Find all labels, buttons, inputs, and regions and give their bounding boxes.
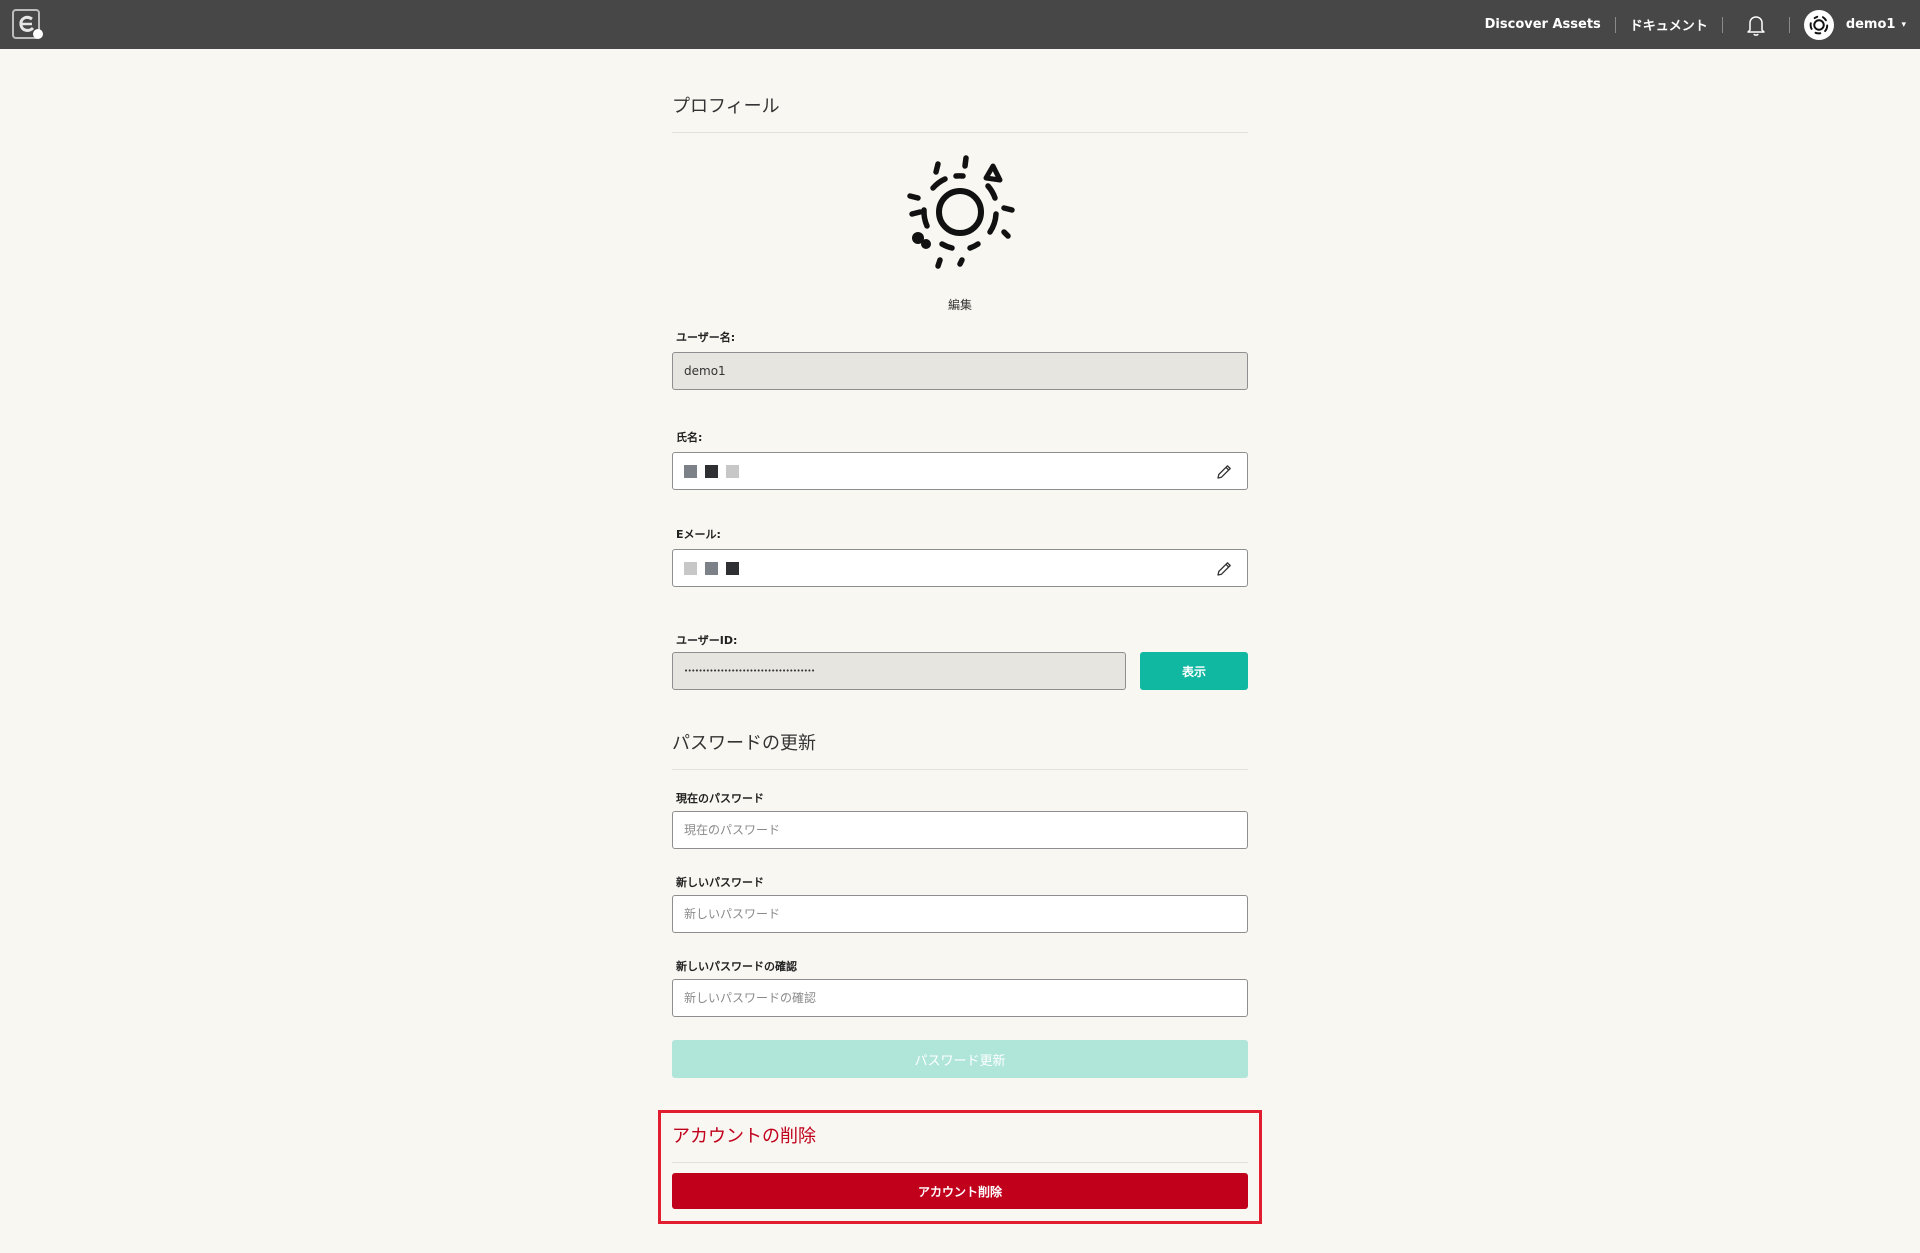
redacted-swatch xyxy=(705,464,718,478)
new-password-field xyxy=(672,895,1248,933)
confirm-password-field xyxy=(672,979,1248,1017)
full-name-label: 氏名: xyxy=(676,431,703,444)
pencil-icon[interactable] xyxy=(1215,463,1233,481)
sun-avatar-icon[interactable] xyxy=(900,152,1020,272)
email-field xyxy=(672,549,1248,587)
sun-avatar-icon xyxy=(1809,15,1829,34)
redacted-swatch xyxy=(684,561,697,575)
redacted-swatch xyxy=(684,464,697,478)
confirm-password-input[interactable] xyxy=(684,980,1247,1016)
header-nav: Discover Assets ドキュメント demo1 ▾ xyxy=(1485,0,1920,49)
new-password-label: 新しいパスワード xyxy=(676,876,764,889)
nav-divider xyxy=(1721,16,1723,33)
nav-divider xyxy=(1614,16,1616,33)
bell-icon[interactable] xyxy=(1743,12,1769,38)
user-avatar[interactable] xyxy=(1803,9,1834,40)
current-password-input[interactable] xyxy=(684,812,1247,848)
username-value: demo1 xyxy=(684,364,726,378)
redacted-swatch xyxy=(705,561,718,575)
nav-divider xyxy=(1788,16,1790,33)
show-user-id-button[interactable]: 表示 xyxy=(1140,652,1248,690)
delete-account-section-title: アカウントの削除 xyxy=(672,1122,1248,1163)
update-password-button[interactable]: パスワード更新 xyxy=(672,1040,1248,1078)
app-logo-icon[interactable] xyxy=(12,9,46,41)
pencil-icon[interactable] xyxy=(1215,560,1233,578)
user-id-label: ユーザーID: xyxy=(676,634,738,647)
discover-assets-link[interactable]: Discover Assets xyxy=(1485,17,1601,32)
redacted-swatch xyxy=(726,561,739,575)
documents-link[interactable]: ドキュメント xyxy=(1630,15,1708,34)
edit-avatar-link[interactable]: 編集 xyxy=(672,296,1248,313)
redacted-swatch xyxy=(726,464,739,478)
password-section-title: パスワードの更新 xyxy=(672,729,1248,770)
confirm-password-label: 新しいパスワードの確認 xyxy=(676,960,797,973)
chevron-down-icon[interactable]: ▾ xyxy=(1901,20,1906,30)
email-label: Eメール: xyxy=(676,528,721,541)
top-navigation-bar: Discover Assets ドキュメント demo1 ▾ xyxy=(0,0,1920,49)
username-label: ユーザー名: xyxy=(676,331,736,344)
profile-section-title: プロフィール xyxy=(672,92,1248,133)
user-id-value: •••••••••••••••••••••••••••••••••••• xyxy=(684,667,815,675)
new-password-input[interactable] xyxy=(684,896,1247,932)
user-id-field: •••••••••••••••••••••••••••••••••••• xyxy=(672,652,1126,690)
delete-account-button[interactable]: アカウント削除 xyxy=(672,1173,1248,1209)
username-field: demo1 xyxy=(672,352,1248,390)
full-name-field xyxy=(672,452,1248,490)
current-password-label: 現在のパスワード xyxy=(676,792,764,805)
user-name[interactable]: demo1 xyxy=(1846,17,1896,32)
current-password-field xyxy=(672,811,1248,849)
